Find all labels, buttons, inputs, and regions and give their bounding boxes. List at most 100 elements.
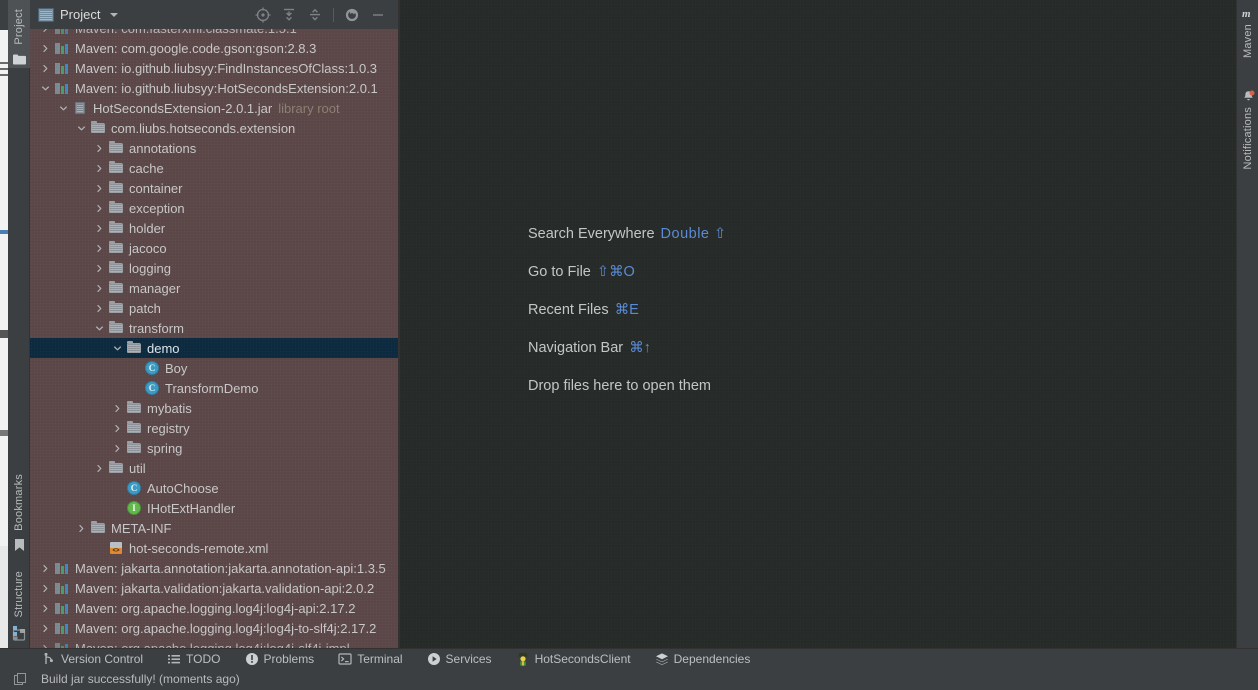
tree-expand-arrow[interactable] [76,523,87,534]
tree-row[interactable]: Maven: org.apache.logging.log4j:log4j-to… [30,618,398,638]
tree-row[interactable]: patch [30,298,398,318]
tree-row[interactable]: <> hot-seconds-remote.xml [30,538,398,558]
collapse-all-icon[interactable] [307,7,323,23]
tree-expand-arrow[interactable] [40,63,51,74]
tree-row[interactable]: C Boy [30,358,398,378]
tree-row[interactable]: util [30,458,398,478]
tree-row[interactable]: logging [30,258,398,278]
tree-expand-arrow[interactable] [40,83,51,94]
tree-row[interactable]: mybatis [30,398,398,418]
tree-row[interactable]: HotSecondsExtension-2.0.1.jar library roo… [30,98,398,118]
hint-go-to-file-label: Go to File [528,264,591,280]
event-log-icon[interactable] [14,672,27,686]
package-folder-icon [108,320,124,336]
sidebar-item-notifications[interactable]: Notifications [1237,78,1258,174]
tree-expand-arrow[interactable] [94,143,105,154]
tree-expand-arrow[interactable] [94,163,105,174]
tree-expand-arrow[interactable] [94,463,105,474]
bottom-item-dependencies[interactable]: Dependencies [655,652,750,666]
tree-row-label: Maven: org.apache.logging.log4j:log4j-sl… [75,640,350,649]
dependencies-layers-icon [655,652,669,666]
tree-row[interactable]: exception [30,198,398,218]
hide-tool-window-icon[interactable] [370,7,386,23]
tree-expand-arrow[interactable] [112,403,123,414]
tree-expand-arrow[interactable] [112,423,123,434]
tree-expand-arrow[interactable] [94,263,105,274]
tree-expand-arrow[interactable] [94,223,105,234]
tree-expand-arrow[interactable] [58,103,69,114]
tree-row-label: Maven: org.apache.logging.log4j:log4j-ap… [75,600,356,616]
bottom-item-hotsecondsclient[interactable]: HotSecondsClient [516,652,631,666]
java-class-icon: C [144,360,160,376]
tree-expand-arrow[interactable] [94,243,105,254]
tree-row-label: TransformDemo [165,380,259,396]
tree-row[interactable]: I IHotExtHandler [30,498,398,518]
editor-empty-area[interactable]: Search Everywhere Double ⇧ Go to File ⇧⌘O … [400,0,1236,648]
more-tool-windows-icon[interactable] [12,628,26,642]
settings-gear-icon[interactable] [344,7,360,23]
package-folder-icon [90,120,106,136]
tree-row[interactable]: annotations [30,138,398,158]
tree-expand-arrow[interactable] [40,29,51,34]
project-tool-window-actions [255,7,394,23]
expand-all-icon[interactable] [281,7,297,23]
project-tool-window-header: Project [30,0,398,29]
tree-row[interactable]: com.liubs.hotseconds.extension [30,118,398,138]
tree-row[interactable]: transform [30,318,398,338]
tree-row[interactable]: Maven: com.fasterxml.classmate:1.5.1 [30,29,398,38]
hint-navigation-bar: Navigation Bar ⌘↑ [528,340,727,356]
bottom-item-version-control[interactable]: Version Control [42,652,143,666]
bottom-item-todo[interactable]: TODO [167,652,221,666]
tree-row[interactable]: registry [30,418,398,438]
package-folder-icon [108,220,124,236]
tree-row[interactable]: Maven: org.apache.logging.log4j:log4j-ap… [30,598,398,618]
tree-row[interactable]: Maven: org.apache.logging.log4j:log4j-sl… [30,638,398,648]
project-tree[interactable]: Maven: com.fasterxml.classmate:1.5.1 Mave… [30,29,398,648]
project-view-selector[interactable]: Project [38,7,119,22]
bottom-item-problems-label: Problems [263,651,315,666]
sidebar-item-maven[interactable]: Maven m [1237,0,1258,62]
tree-row[interactable]: Maven: com.google.code.gson:gson:2.8.3 [30,38,398,58]
tree-expand-arrow[interactable] [94,303,105,314]
tree-expand-arrow[interactable] [94,203,105,214]
tree-row[interactable]: Maven: jakarta.annotation:jakarta.annota… [30,558,398,578]
tree-expand-arrow[interactable] [40,623,51,634]
package-folder-icon [126,440,142,456]
tree-row[interactable]: holder [30,218,398,238]
hint-recent-files-shortcut: ⌘E [614,302,639,318]
tree-row[interactable]: C AutoChoose [30,478,398,498]
tree-expand-arrow[interactable] [76,123,87,134]
select-opened-file-icon[interactable] [255,7,271,23]
tree-expand-arrow[interactable] [40,603,51,614]
tree-expand-arrow[interactable] [40,563,51,574]
tree-expand-arrow[interactable] [40,43,51,54]
bottom-item-services[interactable]: Services [427,652,492,666]
sidebar-item-project[interactable]: Project [8,0,30,68]
tree-row[interactable]: spring [30,438,398,458]
tree-expand-arrow[interactable] [94,283,105,294]
tree-row-label: logging [129,260,171,276]
hint-search-everywhere-label: Search Everywhere [528,226,655,242]
bottom-item-terminal[interactable]: Terminal [338,652,403,666]
tree-row[interactable]: Maven: jakarta.validation:jakarta.valida… [30,578,398,598]
package-folder-icon [126,340,142,356]
tree-expand-arrow[interactable] [112,343,123,354]
tree-expand-arrow[interactable] [112,443,123,454]
tree-row[interactable]: Maven: io.github.liubsyy:FindInstancesOf… [30,58,398,78]
tree-expand-arrow[interactable] [94,323,105,334]
tree-expand-arrow[interactable] [94,183,105,194]
tree-row-label: Maven: jakarta.validation:jakarta.valida… [75,580,375,596]
bottom-item-problems[interactable]: Problems [245,651,315,666]
tree-row[interactable]: cache [30,158,398,178]
tree-row[interactable]: Maven: io.github.liubsyy:HotSecondsExten… [30,78,398,98]
tree-row[interactable]: container [30,178,398,198]
tree-row[interactable]: C TransformDemo [30,378,398,398]
tree-row-selected[interactable]: demo [30,338,398,358]
package-folder-icon [108,300,124,316]
tree-row[interactable]: jacoco [30,238,398,258]
sidebar-item-bookmarks[interactable]: Bookmarks [8,470,30,554]
tree-expand-arrow[interactable] [40,583,51,594]
tree-row[interactable]: META-INF [30,518,398,538]
chevron-down-icon[interactable] [110,12,119,17]
tree-row[interactable]: manager [30,278,398,298]
